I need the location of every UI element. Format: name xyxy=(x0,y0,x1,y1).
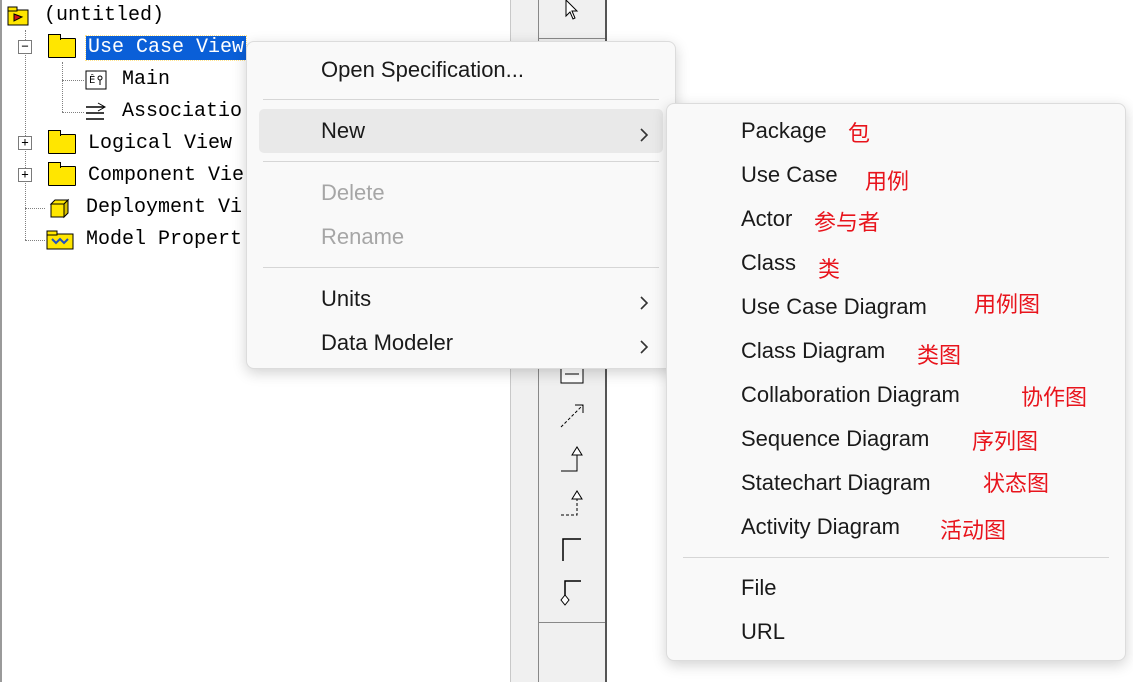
menu-item-label: Rename xyxy=(321,224,405,249)
chevron-right-icon xyxy=(639,291,649,317)
menu-item-label: URL xyxy=(741,619,786,644)
menu-item-label: Units xyxy=(321,286,372,311)
menu-item-delete[interactable]: Delete xyxy=(259,171,663,215)
menu-item-label: New xyxy=(321,118,366,143)
toolbox-divider xyxy=(539,38,605,39)
collapse-toggle[interactable]: − xyxy=(18,40,32,54)
anchor-note-tool-icon[interactable] xyxy=(547,396,597,436)
model-icon xyxy=(6,5,30,27)
menu-item-open-specification[interactable]: Open Specification... xyxy=(259,48,663,92)
tree-item-logical-view[interactable]: Logical View xyxy=(48,130,234,158)
tree-item-model-properties[interactable]: Model Propert xyxy=(46,226,244,254)
svg-text:Ê: Ê xyxy=(89,73,95,86)
tree-connector xyxy=(25,208,45,209)
tree-item-use-case-view[interactable]: Use Case View xyxy=(48,34,248,62)
menu-item-label: Package xyxy=(741,118,827,143)
dependency-tool-icon[interactable] xyxy=(547,484,597,524)
menu-item-label: Open Specification... xyxy=(321,57,525,82)
toolbox-divider xyxy=(539,622,605,623)
menu-item-label: Data Modeler xyxy=(321,330,454,355)
menu-item-use-case-diagram[interactable]: Use Case Diagram xyxy=(679,285,1113,329)
annotation-use-case: 用例 xyxy=(865,170,910,195)
expand-toggle[interactable]: + xyxy=(18,136,32,150)
tree-connector xyxy=(62,62,63,112)
annotation-package: 包 xyxy=(848,122,871,147)
properties-folder-icon xyxy=(46,229,74,251)
menu-item-sequence-diagram[interactable]: Sequence Diagram xyxy=(679,417,1113,461)
aggregation-tool-icon[interactable] xyxy=(547,572,597,612)
tree-item-label: Component Vie xyxy=(88,164,245,187)
menu-item-package[interactable]: Package xyxy=(679,109,1113,153)
menu-item-file[interactable]: File xyxy=(679,566,1113,610)
annotation-statechart-diagram: 状态图 xyxy=(983,472,1050,497)
usecase-diagram-icon: Ê xyxy=(84,69,108,91)
menu-item-class-diagram[interactable]: Class Diagram xyxy=(679,329,1113,373)
tree-root[interactable]: (untitled) xyxy=(6,2,166,30)
annotation-class: 类 xyxy=(818,258,841,283)
menu-separator xyxy=(683,557,1109,558)
annotation-actor: 参与者 xyxy=(814,211,881,236)
folder-icon xyxy=(48,162,76,186)
menu-item-url[interactable]: URL xyxy=(679,610,1113,654)
tree-item-label: Model Propert xyxy=(86,228,243,251)
tree-connector xyxy=(62,80,84,81)
annotation-use-case-diagram: 用例图 xyxy=(974,293,1041,318)
tree-connector xyxy=(62,112,84,113)
expand-toggle[interactable]: + xyxy=(18,168,32,182)
generalization-tool-icon[interactable] xyxy=(547,440,597,480)
menu-item-label: Class Diagram xyxy=(741,338,886,363)
menu-item-label: Use Case xyxy=(741,162,838,187)
menu-separator xyxy=(263,161,659,162)
menu-item-label: Statechart Diagram xyxy=(741,470,931,495)
tree-root-label: (untitled) xyxy=(44,4,165,27)
menu-separator xyxy=(263,267,659,268)
menu-item-new[interactable]: New xyxy=(259,109,663,153)
menu-item-label: Use Case Diagram xyxy=(741,294,927,319)
tree-item-label: Use Case View xyxy=(84,35,248,61)
association-icon xyxy=(84,101,108,123)
menu-item-label: File xyxy=(741,575,777,600)
menu-item-label: Delete xyxy=(321,180,385,205)
menu-item-actor[interactable]: Actor xyxy=(679,197,1113,241)
tree-item-association[interactable]: Associatio xyxy=(84,98,244,126)
tree-item-component-view[interactable]: Component Vie xyxy=(48,162,246,190)
menu-item-data-modeler[interactable]: Data Modeler xyxy=(259,321,663,365)
menu-item-rename[interactable]: Rename xyxy=(259,215,663,259)
tree-item-deployment-view[interactable]: Deployment Vi xyxy=(46,194,244,222)
tree-item-label: Logical View xyxy=(88,132,233,155)
annotation-activity-diagram: 活动图 xyxy=(940,519,1007,544)
context-menu: Open Specification... New Delete Rename … xyxy=(246,41,676,369)
annotation-sequence-diagram: 序列图 xyxy=(972,430,1039,455)
menu-item-label: Activity Diagram xyxy=(741,514,900,539)
tree-item-label: Main xyxy=(122,68,171,91)
tree-item-label: Deployment Vi xyxy=(86,196,243,219)
menu-separator xyxy=(263,99,659,100)
menu-item-label: Class xyxy=(741,250,797,275)
tree-item-main-diagram[interactable]: Ê Main xyxy=(84,66,172,94)
folder-icon xyxy=(48,34,76,58)
menu-item-units[interactable]: Units xyxy=(259,277,663,321)
tree-item-label: Associatio xyxy=(122,100,243,123)
tree-connector xyxy=(25,240,45,241)
menu-item-label: Collaboration Diagram xyxy=(741,382,960,407)
menu-item-label: Actor xyxy=(741,206,793,231)
menu-item-activity-diagram[interactable]: Activity Diagram xyxy=(679,505,1113,549)
deployment-icon xyxy=(46,197,70,219)
folder-icon xyxy=(48,130,76,154)
chevron-right-icon xyxy=(639,335,649,361)
association-tool-icon[interactable] xyxy=(547,528,597,568)
chevron-right-icon xyxy=(639,123,649,149)
menu-item-class[interactable]: Class xyxy=(679,241,1113,285)
selection-tool-icon[interactable] xyxy=(547,0,597,30)
annotation-class-diagram: 类图 xyxy=(917,344,962,369)
annotation-collaboration-diagram: 协作图 xyxy=(1021,386,1088,411)
menu-item-label: Sequence Diagram xyxy=(741,426,930,451)
